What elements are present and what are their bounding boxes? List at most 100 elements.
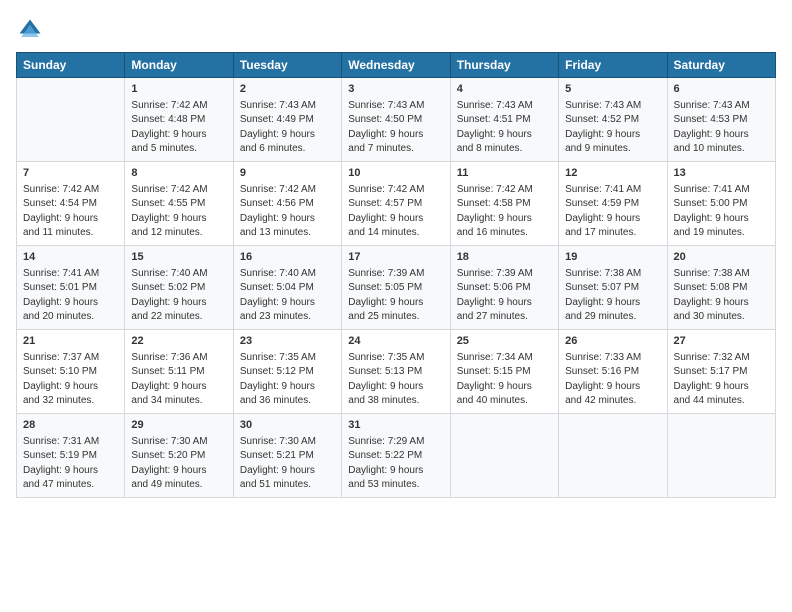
- calendar-cell: 17Sunrise: 7:39 AM Sunset: 5:05 PM Dayli…: [342, 245, 450, 329]
- day-number: 26: [565, 334, 660, 350]
- cell-content: Sunrise: 7:38 AM Sunset: 5:07 PM Dayligh…: [565, 267, 660, 325]
- week-row-5: 28Sunrise: 7:31 AM Sunset: 5:19 PM Dayli…: [17, 413, 776, 497]
- page: SundayMondayTuesdayWednesdayThursdayFrid…: [0, 0, 792, 612]
- week-row-3: 14Sunrise: 7:41 AM Sunset: 5:01 PM Dayli…: [17, 245, 776, 329]
- header-cell-thursday: Thursday: [450, 53, 558, 78]
- cell-content: Sunrise: 7:35 AM Sunset: 5:12 PM Dayligh…: [240, 351, 335, 409]
- day-number: 14: [23, 250, 118, 266]
- header-cell-saturday: Saturday: [667, 53, 775, 78]
- calendar-table: SundayMondayTuesdayWednesdayThursdayFrid…: [16, 52, 776, 498]
- cell-content: Sunrise: 7:34 AM Sunset: 5:15 PM Dayligh…: [457, 351, 552, 409]
- week-row-2: 7Sunrise: 7:42 AM Sunset: 4:54 PM Daylig…: [17, 161, 776, 245]
- calendar-cell: 28Sunrise: 7:31 AM Sunset: 5:19 PM Dayli…: [17, 413, 125, 497]
- cell-content: Sunrise: 7:35 AM Sunset: 5:13 PM Dayligh…: [348, 351, 443, 409]
- week-row-1: 1Sunrise: 7:42 AM Sunset: 4:48 PM Daylig…: [17, 78, 776, 162]
- calendar-cell: [450, 413, 558, 497]
- cell-content: Sunrise: 7:30 AM Sunset: 5:20 PM Dayligh…: [131, 435, 226, 493]
- calendar-cell: 6Sunrise: 7:43 AM Sunset: 4:53 PM Daylig…: [667, 78, 775, 162]
- cell-content: Sunrise: 7:38 AM Sunset: 5:08 PM Dayligh…: [674, 267, 769, 325]
- day-number: 16: [240, 250, 335, 266]
- cell-content: Sunrise: 7:43 AM Sunset: 4:52 PM Dayligh…: [565, 99, 660, 157]
- day-number: 25: [457, 334, 552, 350]
- header: [16, 16, 776, 44]
- calendar-cell: 20Sunrise: 7:38 AM Sunset: 5:08 PM Dayli…: [667, 245, 775, 329]
- cell-content: Sunrise: 7:39 AM Sunset: 5:05 PM Dayligh…: [348, 267, 443, 325]
- calendar-cell: 26Sunrise: 7:33 AM Sunset: 5:16 PM Dayli…: [559, 329, 667, 413]
- calendar-cell: 24Sunrise: 7:35 AM Sunset: 5:13 PM Dayli…: [342, 329, 450, 413]
- day-number: 24: [348, 334, 443, 350]
- calendar-cell: 31Sunrise: 7:29 AM Sunset: 5:22 PM Dayli…: [342, 413, 450, 497]
- cell-content: Sunrise: 7:39 AM Sunset: 5:06 PM Dayligh…: [457, 267, 552, 325]
- cell-content: Sunrise: 7:31 AM Sunset: 5:19 PM Dayligh…: [23, 435, 118, 493]
- day-number: 21: [23, 334, 118, 350]
- cell-content: Sunrise: 7:32 AM Sunset: 5:17 PM Dayligh…: [674, 351, 769, 409]
- cell-content: Sunrise: 7:41 AM Sunset: 5:01 PM Dayligh…: [23, 267, 118, 325]
- calendar-cell: 3Sunrise: 7:43 AM Sunset: 4:50 PM Daylig…: [342, 78, 450, 162]
- day-number: 23: [240, 334, 335, 350]
- cell-content: Sunrise: 7:43 AM Sunset: 4:51 PM Dayligh…: [457, 99, 552, 157]
- day-number: 3: [348, 82, 443, 98]
- cell-content: Sunrise: 7:33 AM Sunset: 5:16 PM Dayligh…: [565, 351, 660, 409]
- calendar-cell: 16Sunrise: 7:40 AM Sunset: 5:04 PM Dayli…: [233, 245, 341, 329]
- day-number: 19: [565, 250, 660, 266]
- cell-content: Sunrise: 7:40 AM Sunset: 5:04 PM Dayligh…: [240, 267, 335, 325]
- day-number: 27: [674, 334, 769, 350]
- day-number: 7: [23, 166, 118, 182]
- cell-content: Sunrise: 7:42 AM Sunset: 4:57 PM Dayligh…: [348, 183, 443, 241]
- day-number: 31: [348, 418, 443, 434]
- calendar-cell: 22Sunrise: 7:36 AM Sunset: 5:11 PM Dayli…: [125, 329, 233, 413]
- calendar-cell: 19Sunrise: 7:38 AM Sunset: 5:07 PM Dayli…: [559, 245, 667, 329]
- calendar-cell: 18Sunrise: 7:39 AM Sunset: 5:06 PM Dayli…: [450, 245, 558, 329]
- cell-content: Sunrise: 7:30 AM Sunset: 5:21 PM Dayligh…: [240, 435, 335, 493]
- week-row-4: 21Sunrise: 7:37 AM Sunset: 5:10 PM Dayli…: [17, 329, 776, 413]
- day-number: 4: [457, 82, 552, 98]
- day-number: 1: [131, 82, 226, 98]
- logo: [16, 16, 48, 44]
- calendar-cell: 5Sunrise: 7:43 AM Sunset: 4:52 PM Daylig…: [559, 78, 667, 162]
- day-number: 10: [348, 166, 443, 182]
- calendar-cell: 8Sunrise: 7:42 AM Sunset: 4:55 PM Daylig…: [125, 161, 233, 245]
- header-cell-tuesday: Tuesday: [233, 53, 341, 78]
- cell-content: Sunrise: 7:36 AM Sunset: 5:11 PM Dayligh…: [131, 351, 226, 409]
- calendar-cell: 30Sunrise: 7:30 AM Sunset: 5:21 PM Dayli…: [233, 413, 341, 497]
- header-row: SundayMondayTuesdayWednesdayThursdayFrid…: [17, 53, 776, 78]
- calendar-cell: 9Sunrise: 7:42 AM Sunset: 4:56 PM Daylig…: [233, 161, 341, 245]
- calendar-cell: 29Sunrise: 7:30 AM Sunset: 5:20 PM Dayli…: [125, 413, 233, 497]
- calendar-cell: 11Sunrise: 7:42 AM Sunset: 4:58 PM Dayli…: [450, 161, 558, 245]
- calendar-header: SundayMondayTuesdayWednesdayThursdayFrid…: [17, 53, 776, 78]
- day-number: 30: [240, 418, 335, 434]
- day-number: 5: [565, 82, 660, 98]
- day-number: 8: [131, 166, 226, 182]
- day-number: 22: [131, 334, 226, 350]
- cell-content: Sunrise: 7:40 AM Sunset: 5:02 PM Dayligh…: [131, 267, 226, 325]
- day-number: 20: [674, 250, 769, 266]
- calendar-cell: [559, 413, 667, 497]
- cell-content: Sunrise: 7:43 AM Sunset: 4:50 PM Dayligh…: [348, 99, 443, 157]
- cell-content: Sunrise: 7:41 AM Sunset: 4:59 PM Dayligh…: [565, 183, 660, 241]
- calendar-cell: [17, 78, 125, 162]
- cell-content: Sunrise: 7:42 AM Sunset: 4:48 PM Dayligh…: [131, 99, 226, 157]
- day-number: 28: [23, 418, 118, 434]
- header-cell-sunday: Sunday: [17, 53, 125, 78]
- calendar-cell: 7Sunrise: 7:42 AM Sunset: 4:54 PM Daylig…: [17, 161, 125, 245]
- header-cell-friday: Friday: [559, 53, 667, 78]
- calendar-cell: 10Sunrise: 7:42 AM Sunset: 4:57 PM Dayli…: [342, 161, 450, 245]
- calendar-cell: 15Sunrise: 7:40 AM Sunset: 5:02 PM Dayli…: [125, 245, 233, 329]
- day-number: 29: [131, 418, 226, 434]
- calendar-cell: 2Sunrise: 7:43 AM Sunset: 4:49 PM Daylig…: [233, 78, 341, 162]
- cell-content: Sunrise: 7:42 AM Sunset: 4:54 PM Dayligh…: [23, 183, 118, 241]
- cell-content: Sunrise: 7:42 AM Sunset: 4:56 PM Dayligh…: [240, 183, 335, 241]
- cell-content: Sunrise: 7:42 AM Sunset: 4:55 PM Dayligh…: [131, 183, 226, 241]
- calendar-cell: 21Sunrise: 7:37 AM Sunset: 5:10 PM Dayli…: [17, 329, 125, 413]
- calendar-cell: 23Sunrise: 7:35 AM Sunset: 5:12 PM Dayli…: [233, 329, 341, 413]
- cell-content: Sunrise: 7:43 AM Sunset: 4:49 PM Dayligh…: [240, 99, 335, 157]
- calendar-cell: 25Sunrise: 7:34 AM Sunset: 5:15 PM Dayli…: [450, 329, 558, 413]
- header-cell-wednesday: Wednesday: [342, 53, 450, 78]
- day-number: 17: [348, 250, 443, 266]
- logo-icon: [16, 16, 44, 44]
- header-cell-monday: Monday: [125, 53, 233, 78]
- calendar-cell: 14Sunrise: 7:41 AM Sunset: 5:01 PM Dayli…: [17, 245, 125, 329]
- day-number: 2: [240, 82, 335, 98]
- calendar-cell: 1Sunrise: 7:42 AM Sunset: 4:48 PM Daylig…: [125, 78, 233, 162]
- day-number: 9: [240, 166, 335, 182]
